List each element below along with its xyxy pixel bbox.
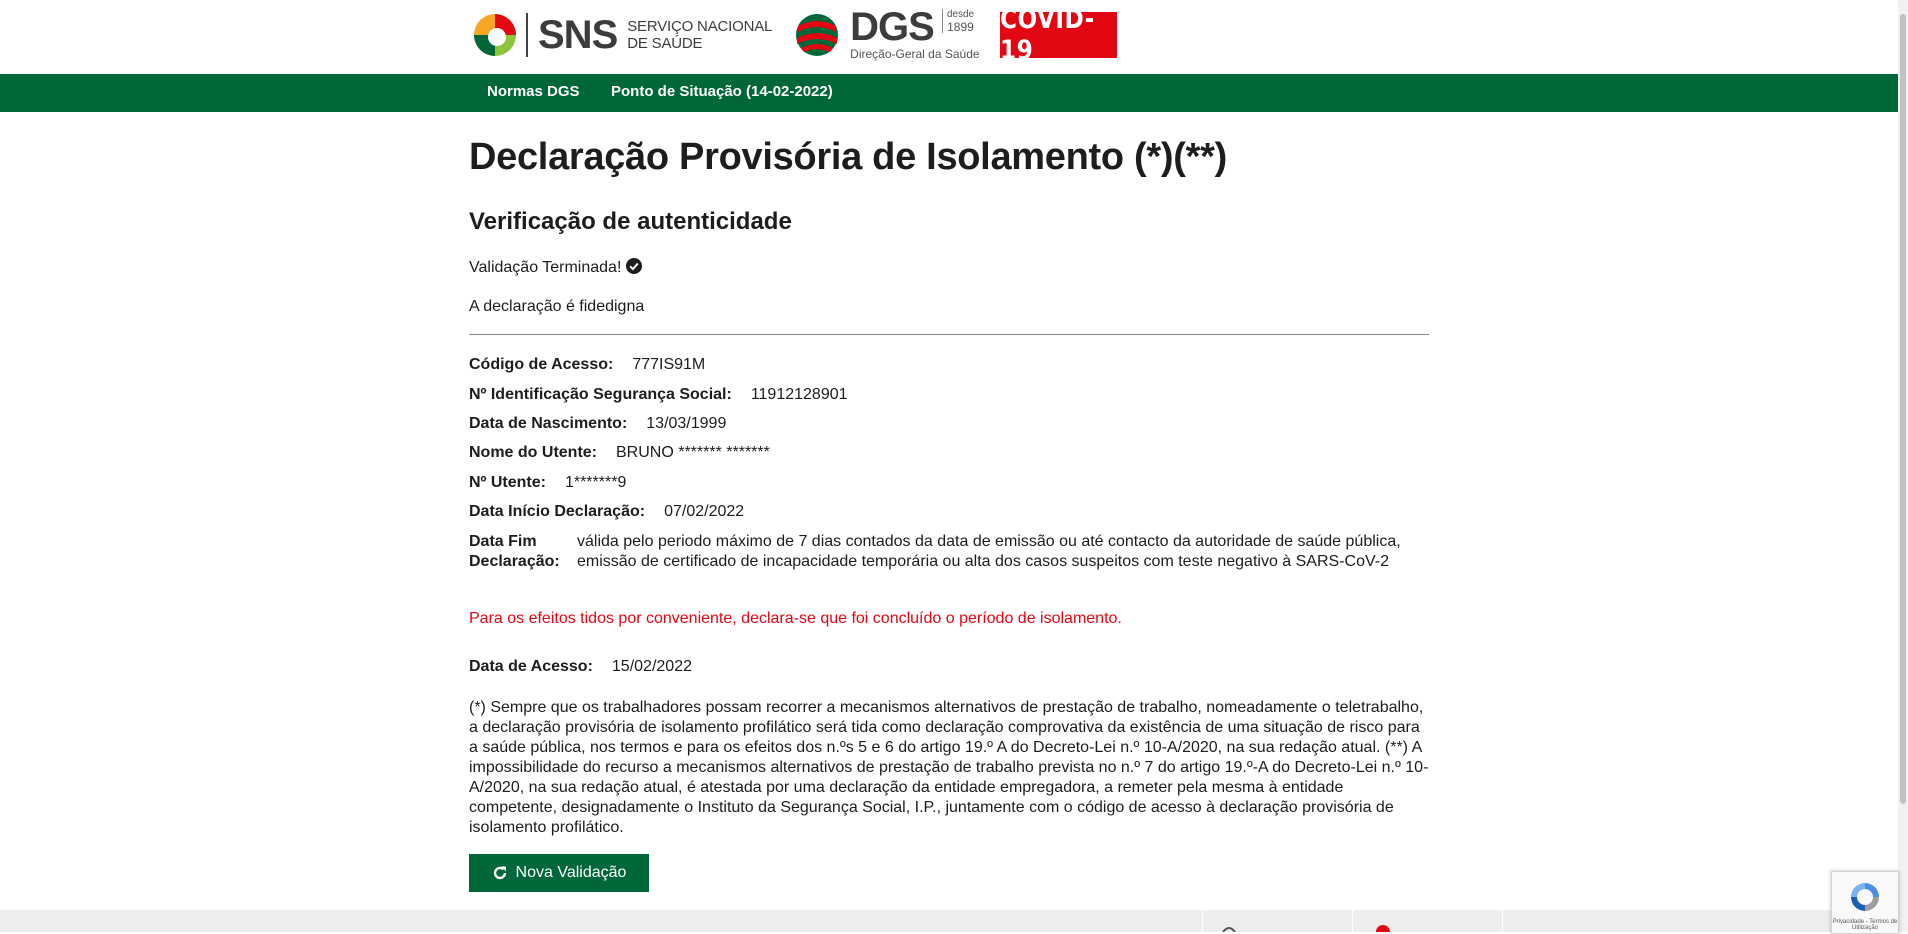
divider <box>469 334 1429 335</box>
footer-divider <box>1352 910 1353 932</box>
detail-data-acesso: Data de Acesso: 15/02/2022 <box>469 658 692 676</box>
detail-value: 1*******9 <box>564 474 627 491</box>
detail-value: válida pelo periodo máximo de 7 dias con… <box>577 533 1401 570</box>
detail-value: 11912128901 <box>750 386 848 403</box>
dgs-since-label: desde <box>946 9 975 20</box>
detail-value: 13/03/1999 <box>646 415 727 432</box>
sns-name-line1: SERVIÇO NACIONAL <box>627 18 773 35</box>
detail-value: BRUNO ******* ******* <box>616 444 770 461</box>
page-footer <box>0 910 1898 932</box>
covid19-badge[interactable]: COVID-19 <box>999 4 1117 66</box>
detail-label: Nº Identificação Segurança Social: <box>469 386 732 403</box>
footer-logo-icon <box>1376 925 1390 932</box>
detail-niss: Nº Identificação Segurança Social: 11912… <box>469 386 848 404</box>
recaptcha-links[interactable]: Privacidade - Termos de Utilização <box>1832 919 1898 931</box>
scrollbar-thumb[interactable] <box>1900 14 1906 804</box>
validation-result: A declaração é fidedigna <box>469 298 645 315</box>
detail-nome-utente: Nome do Utente: BRUNO ******* ******* <box>469 444 770 462</box>
refresh-icon <box>493 866 506 880</box>
dgs-logo-text[interactable]: DGS desde 1899 Direção-Geral da Saúde <box>850 5 980 61</box>
dgs-since-year: 1899 <box>947 20 974 34</box>
detail-value: 07/02/2022 <box>664 503 745 520</box>
footer-logo-icon <box>1222 927 1236 932</box>
dgs-abbr: DGS <box>850 5 935 49</box>
detail-label: Data Fim Declaração: <box>469 533 560 570</box>
detail-data-inicio: Data Início Declaração: 07/02/2022 <box>469 503 744 521</box>
detail-label: Nº Utente: <box>469 474 546 491</box>
detail-data-fim: Data Fim Declaração: válida pelo periodo… <box>469 532 1429 572</box>
site-header: SNS SERVIÇO NACIONAL DE SAÚDE DGS desde … <box>0 0 1898 74</box>
legal-footnote: (*) Sempre que os trabalhadores possam r… <box>469 699 1429 836</box>
detail-label: Código de Acesso: <box>469 356 614 373</box>
footer-divider <box>1502 910 1503 932</box>
detail-value: 15/02/2022 <box>611 658 692 675</box>
recaptcha-icon <box>1851 883 1879 911</box>
sns-logo-icon[interactable] <box>472 12 518 58</box>
detail-label: Nome do Utente: <box>469 444 597 461</box>
nav-normas-dgs[interactable]: Normas DGS <box>487 74 580 112</box>
vertical-scrollbar[interactable] <box>1898 0 1908 932</box>
header-logos: SNS SERVIÇO NACIONAL DE SAÚDE DGS desde … <box>472 4 1136 66</box>
sns-full-name: SERVIÇO NACIONAL DE SAÚDE <box>627 18 772 52</box>
dgs-full-name: Direção-Geral da Saúde <box>850 47 980 61</box>
check-circle-icon <box>626 258 643 274</box>
detail-num-utente: Nº Utente: 1*******9 <box>469 474 626 492</box>
logo-divider <box>526 13 528 57</box>
validation-status-text: Validação Terminada! <box>469 259 622 276</box>
dgs-logo-icon[interactable] <box>794 12 840 58</box>
new-validation-label: Nova Validação <box>515 864 627 881</box>
detail-label: Data Início Declaração: <box>469 503 646 520</box>
detail-data-nascimento: Data de Nascimento: 13/03/1999 <box>469 415 726 433</box>
new-validation-button[interactable]: Nova Validação <box>469 854 649 892</box>
footer-divider <box>1202 910 1203 932</box>
nav-ponto-situacao[interactable]: Ponto de Situação (14-02-2022) <box>611 74 833 112</box>
sns-logo-text[interactable]: SNS <box>538 15 618 55</box>
detail-label: Data de Acesso: <box>469 658 593 675</box>
page-title: Declaração Provisória de Isolamento (*)(… <box>469 136 1227 178</box>
detail-label: Data de Nascimento: <box>469 415 628 432</box>
dgs-since-badge: desde 1899 <box>941 9 975 34</box>
validation-status: Validação Terminada! <box>469 258 643 277</box>
section-title: Verificação de autenticidade <box>469 208 792 235</box>
recaptcha-badge[interactable]: Privacidade - Termos de Utilização <box>1831 871 1899 934</box>
main-nav: Normas DGS Ponto de Situação (14-02-2022… <box>0 74 1898 112</box>
sns-name-line2: DE SAÚDE <box>627 35 703 52</box>
isolation-notice: Para os efeitos tidos por conveniente, d… <box>469 610 1122 627</box>
detail-value: 777IS91M <box>632 356 706 373</box>
detail-codigo-acesso: Código de Acesso: 777IS91M <box>469 356 705 374</box>
